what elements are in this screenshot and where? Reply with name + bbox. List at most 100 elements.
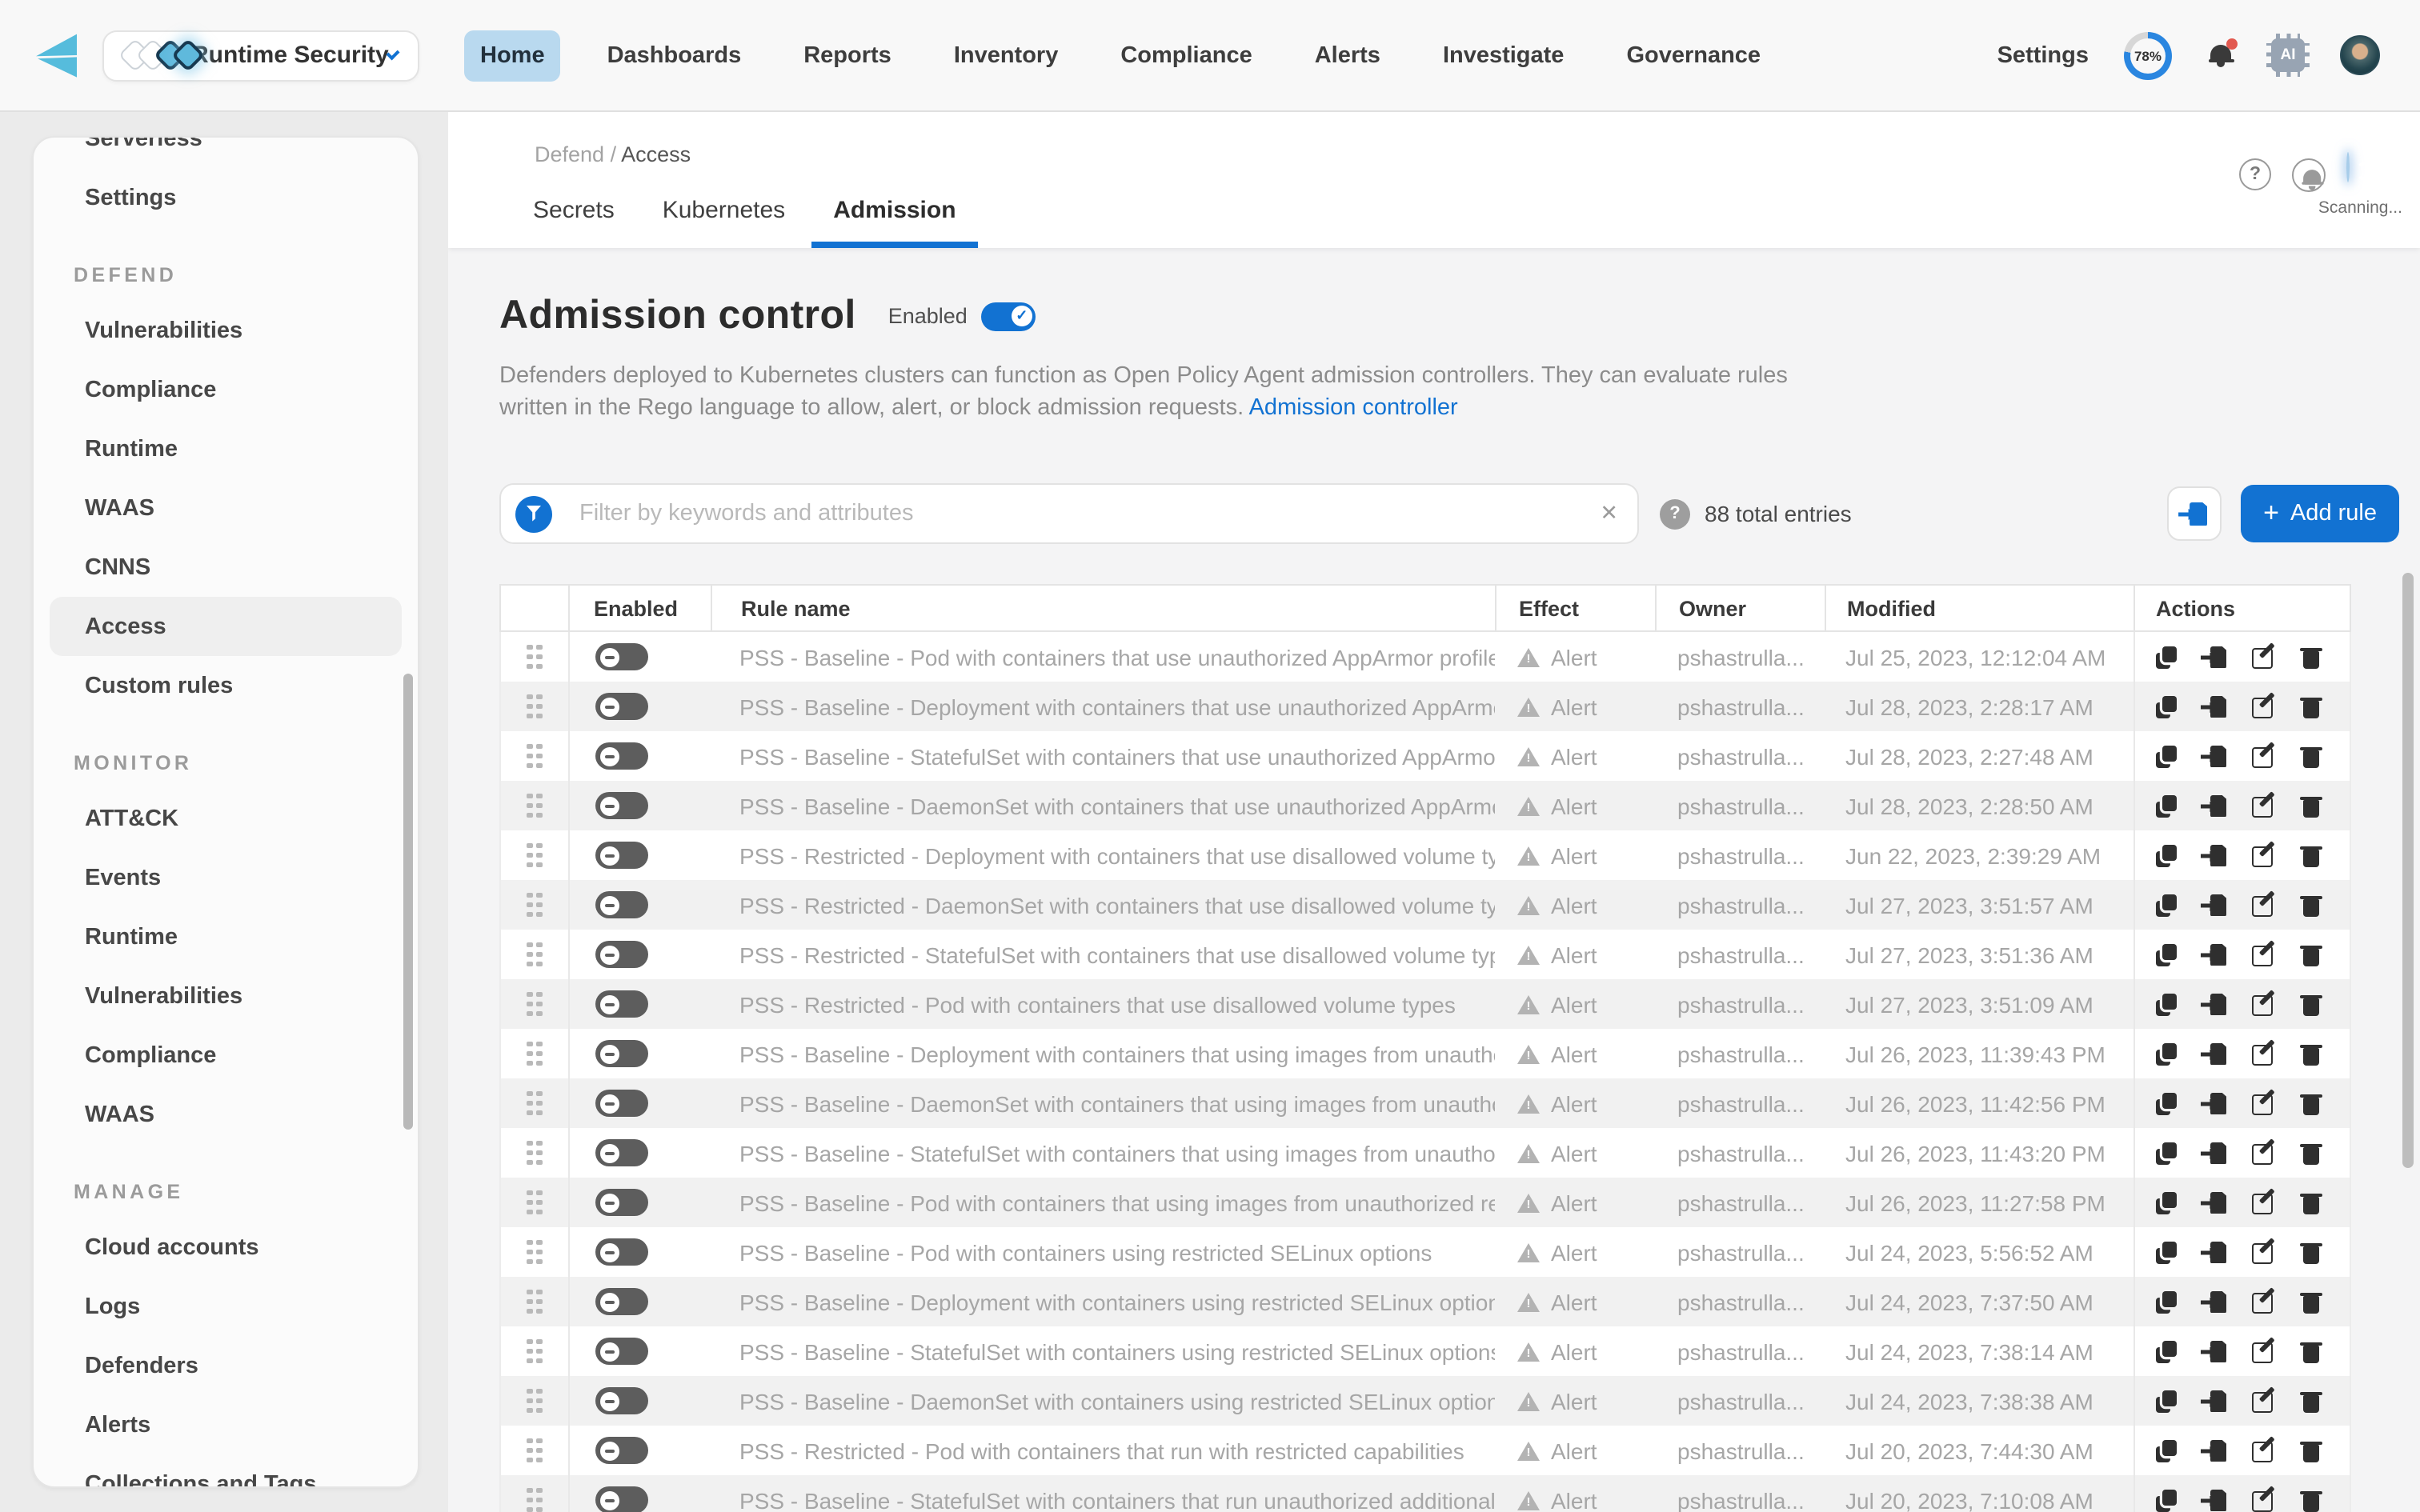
rule-name-cell[interactable]: PSS - Baseline - DaemonSet with containe… [711, 1376, 1495, 1426]
edit-rule-icon[interactable] [2252, 646, 2274, 668]
export-rule-icon[interactable] [2204, 1390, 2226, 1412]
nav-item[interactable]: Governance [1610, 30, 1777, 81]
rule-name-cell[interactable]: PSS - Baseline - Pod with containers usi… [711, 1227, 1495, 1277]
delete-rule-icon[interactable] [2300, 844, 2322, 866]
delete-rule-icon[interactable] [2300, 894, 2322, 916]
delete-rule-icon[interactable] [2300, 993, 2322, 1015]
sidebar-item[interactable]: Events [50, 848, 402, 907]
delete-rule-icon[interactable] [2300, 1290, 2322, 1313]
sidebar-item[interactable]: ATT&CK [50, 789, 402, 848]
sidebar-item[interactable]: Cloud accounts [50, 1218, 402, 1277]
rule-name-cell[interactable]: PSS - Baseline - DaemonSet with containe… [711, 1078, 1495, 1128]
copy-rule-icon[interactable] [2156, 695, 2178, 718]
rule-name-cell[interactable]: PSS - Baseline - StatefulSet with contai… [711, 1128, 1495, 1178]
help-icon[interactable]: ? [2239, 158, 2271, 190]
col-enabled[interactable]: Enabled [568, 586, 711, 630]
rule-enabled-toggle[interactable] [595, 990, 648, 1018]
rule-enabled-toggle[interactable] [595, 891, 648, 918]
rule-name-cell[interactable]: PSS - Baseline - Deployment with contain… [711, 1029, 1495, 1078]
copy-rule-icon[interactable] [2156, 1042, 2178, 1065]
rule-enabled-toggle[interactable] [595, 643, 648, 670]
delete-rule-icon[interactable] [2300, 1191, 2322, 1214]
drag-handle-icon[interactable] [527, 843, 543, 868]
rule-name-cell[interactable]: PSS - Baseline - Deployment with contain… [711, 682, 1495, 731]
announcements-bell-icon[interactable] [2292, 158, 2326, 191]
export-rule-icon[interactable] [2204, 1142, 2226, 1164]
clear-filter-icon[interactable]: ✕ [1600, 501, 1618, 526]
sidebar-item[interactable]: Runtime [50, 907, 402, 966]
rule-enabled-toggle[interactable] [595, 1288, 648, 1315]
rule-enabled-toggle[interactable] [595, 1139, 648, 1166]
rule-name-cell[interactable]: PSS - Baseline - StatefulSet with contai… [711, 731, 1495, 781]
col-modified[interactable]: Modified [1825, 586, 2134, 630]
admission-controller-link[interactable]: Admission controller [1249, 395, 1458, 421]
sidebar-item[interactable]: Vulnerabilities [50, 966, 402, 1026]
drag-handle-icon[interactable] [527, 1190, 543, 1215]
rule-enabled-toggle[interactable] [595, 693, 648, 720]
rule-enabled-toggle[interactable] [595, 1437, 648, 1464]
copy-rule-icon[interactable] [2156, 745, 2178, 767]
rule-name-cell[interactable]: PSS - Restricted - Deployment with conta… [711, 830, 1495, 880]
export-rule-icon[interactable] [2204, 1042, 2226, 1065]
tab[interactable]: Kubernetes [639, 197, 809, 248]
sidebar-item[interactable]: Logs [50, 1277, 402, 1336]
edit-rule-icon[interactable] [2252, 1142, 2274, 1164]
product-selector[interactable]: Runtime Security [102, 30, 419, 81]
rule-name-cell[interactable]: PSS - Restricted - DaemonSet with contai… [711, 880, 1495, 930]
rule-name-cell[interactable]: PSS - Baseline - DaemonSet with containe… [711, 781, 1495, 830]
rule-enabled-toggle[interactable] [595, 792, 648, 819]
export-rule-icon[interactable] [2204, 1340, 2226, 1362]
nav-item[interactable]: Inventory [938, 30, 1075, 81]
user-avatar[interactable] [2340, 35, 2380, 75]
scanning-status[interactable]: Scanning... [2346, 154, 2388, 195]
nav-item[interactable]: Investigate [1427, 30, 1581, 81]
sidebar-item[interactable]: Settings [50, 168, 402, 227]
add-rule-button[interactable]: + Add rule [2241, 485, 2399, 542]
edit-rule-icon[interactable] [2252, 1290, 2274, 1313]
drag-handle-icon[interactable] [527, 992, 543, 1017]
drag-handle-icon[interactable] [527, 893, 543, 918]
export-rule-icon[interactable] [2204, 1191, 2226, 1214]
rule-enabled-toggle[interactable] [595, 1040, 648, 1067]
admission-enabled-toggle[interactable] [982, 302, 1036, 330]
edit-rule-icon[interactable] [2252, 894, 2274, 916]
delete-rule-icon[interactable] [2300, 1142, 2322, 1164]
copy-rule-icon[interactable] [2156, 1290, 2178, 1313]
drag-handle-icon[interactable] [527, 1488, 543, 1512]
tab[interactable]: Secrets [509, 197, 639, 248]
edit-rule-icon[interactable] [2252, 695, 2274, 718]
sidebar-item[interactable]: DEFEND [50, 227, 402, 301]
export-rule-icon[interactable] [2204, 745, 2226, 767]
drag-handle-icon[interactable] [527, 794, 543, 818]
sidebar-item[interactable]: Compliance [50, 1026, 402, 1085]
delete-rule-icon[interactable] [2300, 1092, 2322, 1114]
rule-enabled-toggle[interactable] [595, 1090, 648, 1117]
rule-enabled-toggle[interactable] [595, 1238, 648, 1266]
filter-help-icon[interactable]: ? [1660, 498, 1690, 529]
rule-enabled-toggle[interactable] [595, 1486, 648, 1512]
edit-rule-icon[interactable] [2252, 1191, 2274, 1214]
rule-name-cell[interactable]: PSS - Baseline - StatefulSet with contai… [711, 1326, 1495, 1376]
copy-rule-icon[interactable] [2156, 894, 2178, 916]
sidebar-item[interactable]: MANAGE [50, 1144, 402, 1218]
rule-enabled-toggle[interactable] [595, 1387, 648, 1414]
rule-name-cell[interactable]: PSS - Baseline - StatefulSet with contai… [711, 1475, 1495, 1512]
sidebar-item[interactable]: Vulnerabilities [50, 301, 402, 360]
export-rule-icon[interactable] [2204, 1092, 2226, 1114]
nav-item[interactable]: Home [464, 30, 561, 81]
col-effect[interactable]: Effect [1495, 586, 1655, 630]
sidebar-item[interactable]: Access [50, 597, 402, 656]
copy-rule-icon[interactable] [2156, 1489, 2178, 1511]
edit-rule-icon[interactable] [2252, 943, 2274, 966]
sidebar-item[interactable]: Collections and Tags [50, 1454, 402, 1488]
edit-rule-icon[interactable] [2252, 745, 2274, 767]
sidebar-item[interactable]: WAAS [50, 1085, 402, 1144]
rule-name-cell[interactable]: PSS - Baseline - Pod with containers tha… [711, 632, 1495, 682]
col-owner[interactable]: Owner [1655, 586, 1825, 630]
drag-handle-icon[interactable] [527, 1091, 543, 1116]
drag-handle-icon[interactable] [527, 1141, 543, 1166]
sidebar-item[interactable]: CNNS [50, 538, 402, 597]
notifications-bell-icon[interactable] [2207, 41, 2236, 70]
ai-assistant-icon[interactable]: AI [2271, 38, 2305, 72]
drag-handle-icon[interactable] [527, 1290, 543, 1314]
